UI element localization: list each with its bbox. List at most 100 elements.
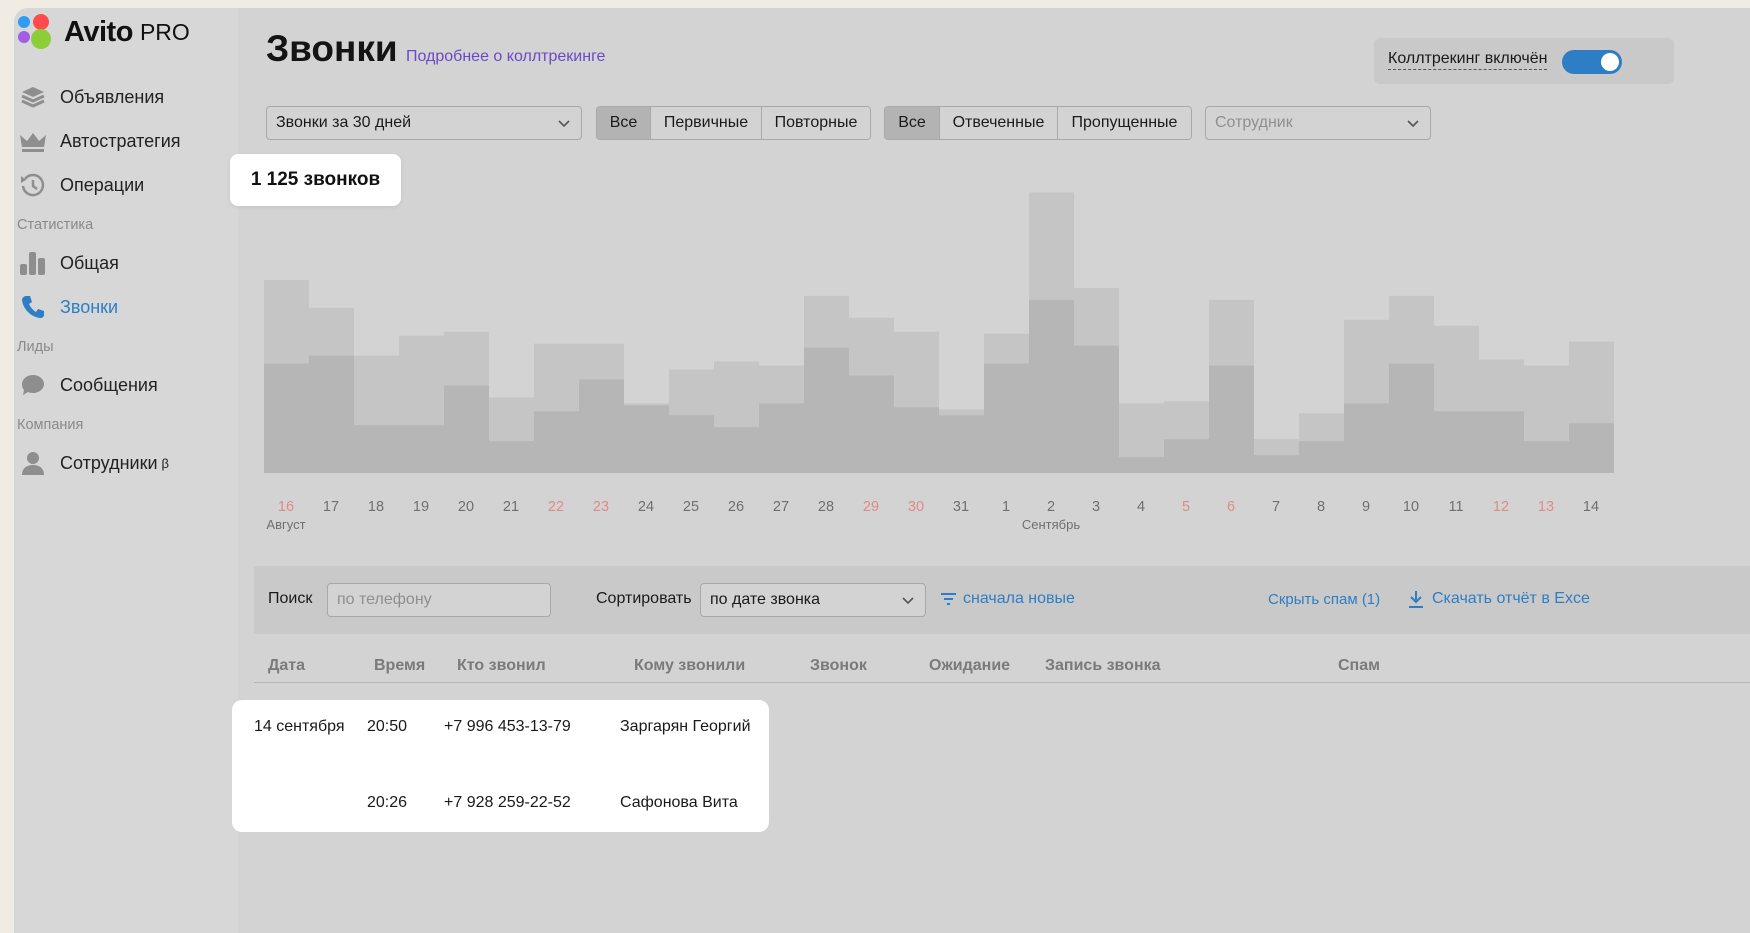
sidebar-item-label: Сотрудники bbox=[60, 452, 158, 473]
sidebar-item-calls[interactable]: Звонки bbox=[18, 290, 118, 324]
month-label: Август bbox=[266, 517, 305, 532]
column-header-callee[interactable]: Кому звонили bbox=[634, 657, 745, 675]
cell-date: 14 сентября bbox=[254, 718, 345, 735]
sidebar-item-employees[interactable]: Сотрудники β bbox=[18, 446, 169, 480]
x-tick-label: 17 bbox=[323, 499, 339, 515]
bar-answered-3[interactable] bbox=[1074, 345, 1119, 473]
bar-answered-4[interactable] bbox=[1119, 457, 1164, 473]
phone-icon bbox=[18, 292, 48, 322]
column-header-call[interactable]: Звонок bbox=[810, 657, 867, 675]
x-tick-label: 23 bbox=[593, 499, 609, 515]
column-header-date[interactable]: Дата bbox=[268, 657, 305, 675]
column-header-spam[interactable]: Спам bbox=[1338, 657, 1380, 675]
bar-answered-9[interactable] bbox=[1344, 403, 1389, 473]
x-tick-label: 20 bbox=[458, 499, 474, 515]
bar-answered-14[interactable] bbox=[1569, 423, 1614, 473]
cell-caller-phone[interactable]: +7 996 453-13-79 bbox=[444, 718, 571, 736]
bar-answered-5[interactable] bbox=[1164, 439, 1209, 473]
chevron-down-icon bbox=[902, 597, 914, 605]
sidebar-item-label: Общая bbox=[60, 252, 119, 273]
bar-answered-1[interactable] bbox=[984, 363, 1029, 473]
logo-text: Avito bbox=[64, 15, 133, 48]
x-tick-label: 8 bbox=[1317, 499, 1325, 515]
bar-answered-7[interactable] bbox=[1254, 455, 1299, 473]
sidebar-item-operations[interactable]: Операции bbox=[18, 168, 144, 202]
sort-select[interactable]: по дате звонка bbox=[700, 583, 926, 617]
bar-chart-icon bbox=[18, 248, 48, 278]
phone-search-input[interactable]: по телефону bbox=[327, 583, 551, 617]
column-header-time[interactable]: Время bbox=[374, 657, 425, 675]
search-label: Поиск bbox=[268, 590, 313, 607]
table-header-divider bbox=[254, 682, 1750, 683]
cell-caller-phone[interactable]: +7 928 259-22-52 bbox=[444, 794, 571, 812]
bar-answered-28[interactable] bbox=[804, 347, 849, 473]
bar-answered-20[interactable] bbox=[444, 385, 489, 473]
x-tick-label: 24 bbox=[638, 499, 654, 515]
x-tick-label: 22 bbox=[548, 499, 564, 515]
column-header-recording[interactable]: Запись звонка bbox=[1045, 657, 1161, 675]
x-tick-label: 11 bbox=[1448, 499, 1463, 515]
bar-answered-18[interactable] bbox=[354, 425, 399, 473]
section-stats-heading: Статистика bbox=[17, 217, 94, 233]
bar-answered-30[interactable] bbox=[894, 407, 939, 473]
x-tick-label: 21 bbox=[503, 499, 519, 515]
x-tick-label: 29 bbox=[863, 499, 879, 515]
x-tick-label: 3 bbox=[1092, 499, 1100, 515]
person-icon bbox=[18, 448, 48, 478]
bar-answered-2[interactable] bbox=[1029, 299, 1074, 473]
column-header-waiting[interactable]: Ожидание bbox=[929, 657, 1010, 675]
sidebar-item-label: Объявления bbox=[60, 86, 165, 107]
sort-order-toggle[interactable]: сначала новые bbox=[940, 590, 1075, 608]
bar-answered-25[interactable] bbox=[669, 415, 714, 473]
x-tick-label: 4 bbox=[1137, 499, 1145, 515]
bar-answered-22[interactable] bbox=[534, 411, 579, 473]
x-tick-label: 18 bbox=[368, 499, 384, 515]
bar-answered-12[interactable] bbox=[1479, 411, 1524, 473]
bar-answered-27[interactable] bbox=[759, 403, 804, 473]
bar-answered-11[interactable] bbox=[1434, 411, 1479, 473]
x-tick-label: 27 bbox=[773, 499, 789, 515]
bar-answered-10[interactable] bbox=[1389, 363, 1434, 473]
history-icon bbox=[18, 170, 48, 200]
sidebar-item-label: Сообщения bbox=[60, 374, 158, 395]
logo-suffix: PRO bbox=[139, 18, 190, 45]
bar-answered-17[interactable] bbox=[309, 355, 354, 473]
bar-answered-24[interactable] bbox=[624, 405, 669, 473]
sidebar-item-general[interactable]: Общая bbox=[18, 246, 119, 280]
download-report-link[interactable]: Скачать отчёт в Exce bbox=[1408, 590, 1590, 608]
x-tick-label: 31 bbox=[953, 499, 969, 515]
bar-answered-13[interactable] bbox=[1524, 441, 1569, 473]
download-icon bbox=[1409, 591, 1423, 608]
sidebar-item-label: Автостратегия bbox=[60, 130, 181, 151]
x-tick-label: 1 bbox=[1002, 499, 1010, 515]
bar-answered-6[interactable] bbox=[1209, 365, 1254, 473]
sort-select-value: по дате звонка bbox=[710, 591, 821, 608]
sidebar-item-listings[interactable]: Объявления bbox=[18, 80, 164, 114]
bar-answered-16[interactable] bbox=[264, 363, 309, 473]
x-tick-label: 19 bbox=[413, 499, 429, 515]
bar-answered-26[interactable] bbox=[714, 427, 759, 473]
x-tick-label: 7 bbox=[1272, 499, 1280, 515]
cell-callee: Сафонова Вита bbox=[620, 794, 738, 811]
sidebar-item-label: Операции bbox=[60, 174, 145, 195]
bar-answered-23[interactable] bbox=[579, 379, 624, 473]
bar-answered-21[interactable] bbox=[489, 441, 534, 473]
sort-filter-icon bbox=[941, 593, 956, 605]
hide-spam-link[interactable]: Скрыть спам (1) bbox=[1268, 591, 1380, 608]
x-tick-label: 28 bbox=[818, 499, 834, 515]
sidebar-item-autostrategy[interactable]: Автостратегия bbox=[18, 124, 181, 158]
bar-answered-31[interactable] bbox=[939, 415, 984, 473]
sidebar: Avito PRO Объявления Автостратегия Опера… bbox=[14, 8, 238, 933]
sidebar-item-messages[interactable]: Сообщения bbox=[18, 368, 158, 402]
calls-table-rows: 14 сентября 20:50 +7 996 453-13-79 Зарга… bbox=[232, 700, 769, 832]
column-header-caller[interactable]: Кто звонил bbox=[457, 657, 546, 675]
logo[interactable]: Avito PRO bbox=[18, 12, 190, 52]
bar-answered-29[interactable] bbox=[849, 375, 894, 473]
x-tick-label: 10 bbox=[1403, 499, 1419, 515]
section-company-heading: Компания bbox=[17, 417, 84, 433]
download-report-label: Скачать отчёт в Exce bbox=[1432, 590, 1590, 607]
logo-dots-icon bbox=[18, 14, 54, 50]
sort-label: Сортировать bbox=[596, 590, 692, 607]
bar-answered-8[interactable] bbox=[1299, 441, 1344, 473]
bar-answered-19[interactable] bbox=[399, 425, 444, 473]
